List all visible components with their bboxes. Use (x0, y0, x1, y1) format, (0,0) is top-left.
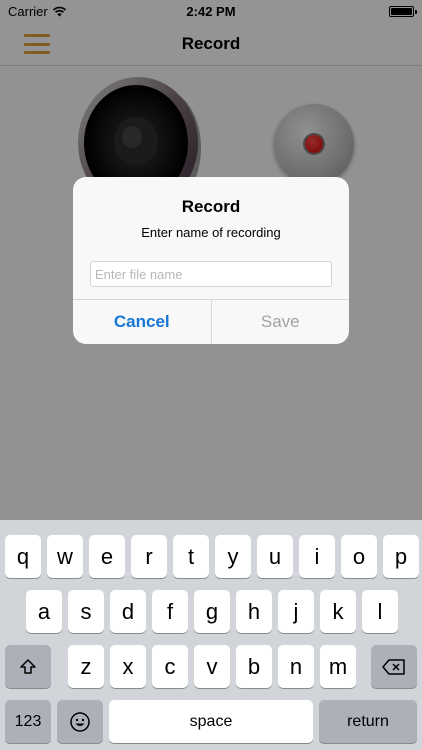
key-n[interactable]: n (278, 645, 314, 688)
key-b[interactable]: b (236, 645, 272, 688)
key-f[interactable]: f (152, 590, 188, 633)
key-h[interactable]: h (236, 590, 272, 633)
key-l[interactable]: l (362, 590, 398, 633)
key-q[interactable]: q (5, 535, 41, 578)
key-z[interactable]: z (68, 645, 104, 688)
key-c[interactable]: c (152, 645, 188, 688)
key-j[interactable]: j (278, 590, 314, 633)
alert-title: Record (181, 197, 241, 216)
key-v[interactable]: v (194, 645, 230, 688)
keyboard: qwertyuiop asdfghjkl zxcvbnm 123 space r… (0, 520, 422, 750)
space-key[interactable]: space (109, 700, 313, 743)
emoji-icon (70, 711, 90, 732)
numbers-key[interactable]: 123 (5, 700, 51, 743)
shift-key[interactable] (5, 645, 51, 688)
emoji-key[interactable] (57, 700, 103, 743)
key-d[interactable]: d (110, 590, 146, 633)
key-i[interactable]: i (299, 535, 335, 578)
key-o[interactable]: o (341, 535, 377, 578)
key-x[interactable]: x (110, 645, 146, 688)
file-name-input[interactable] (90, 261, 332, 287)
alert-actions: Cancel Save (73, 299, 349, 344)
alert-message: Enter name of recording (141, 225, 281, 240)
key-u[interactable]: u (257, 535, 293, 578)
key-p[interactable]: p (383, 535, 419, 578)
key-t[interactable]: t (173, 535, 209, 578)
key-y[interactable]: y (215, 535, 251, 578)
cancel-button[interactable]: Cancel (73, 300, 212, 344)
backspace-icon (382, 658, 405, 675)
key-w[interactable]: w (47, 535, 83, 578)
key-r[interactable]: r (131, 535, 167, 578)
backspace-key[interactable] (371, 645, 417, 688)
shift-icon (20, 658, 36, 674)
key-m[interactable]: m (320, 645, 356, 688)
key-e[interactable]: e (89, 535, 125, 578)
key-g[interactable]: g (194, 590, 230, 633)
key-s[interactable]: s (68, 590, 104, 633)
record-alert-dialog: Record Enter name of recording Cancel Sa… (73, 177, 349, 344)
key-a[interactable]: a (26, 590, 62, 633)
save-button[interactable]: Save (212, 300, 350, 344)
return-key[interactable]: return (319, 700, 417, 743)
key-k[interactable]: k (320, 590, 356, 633)
